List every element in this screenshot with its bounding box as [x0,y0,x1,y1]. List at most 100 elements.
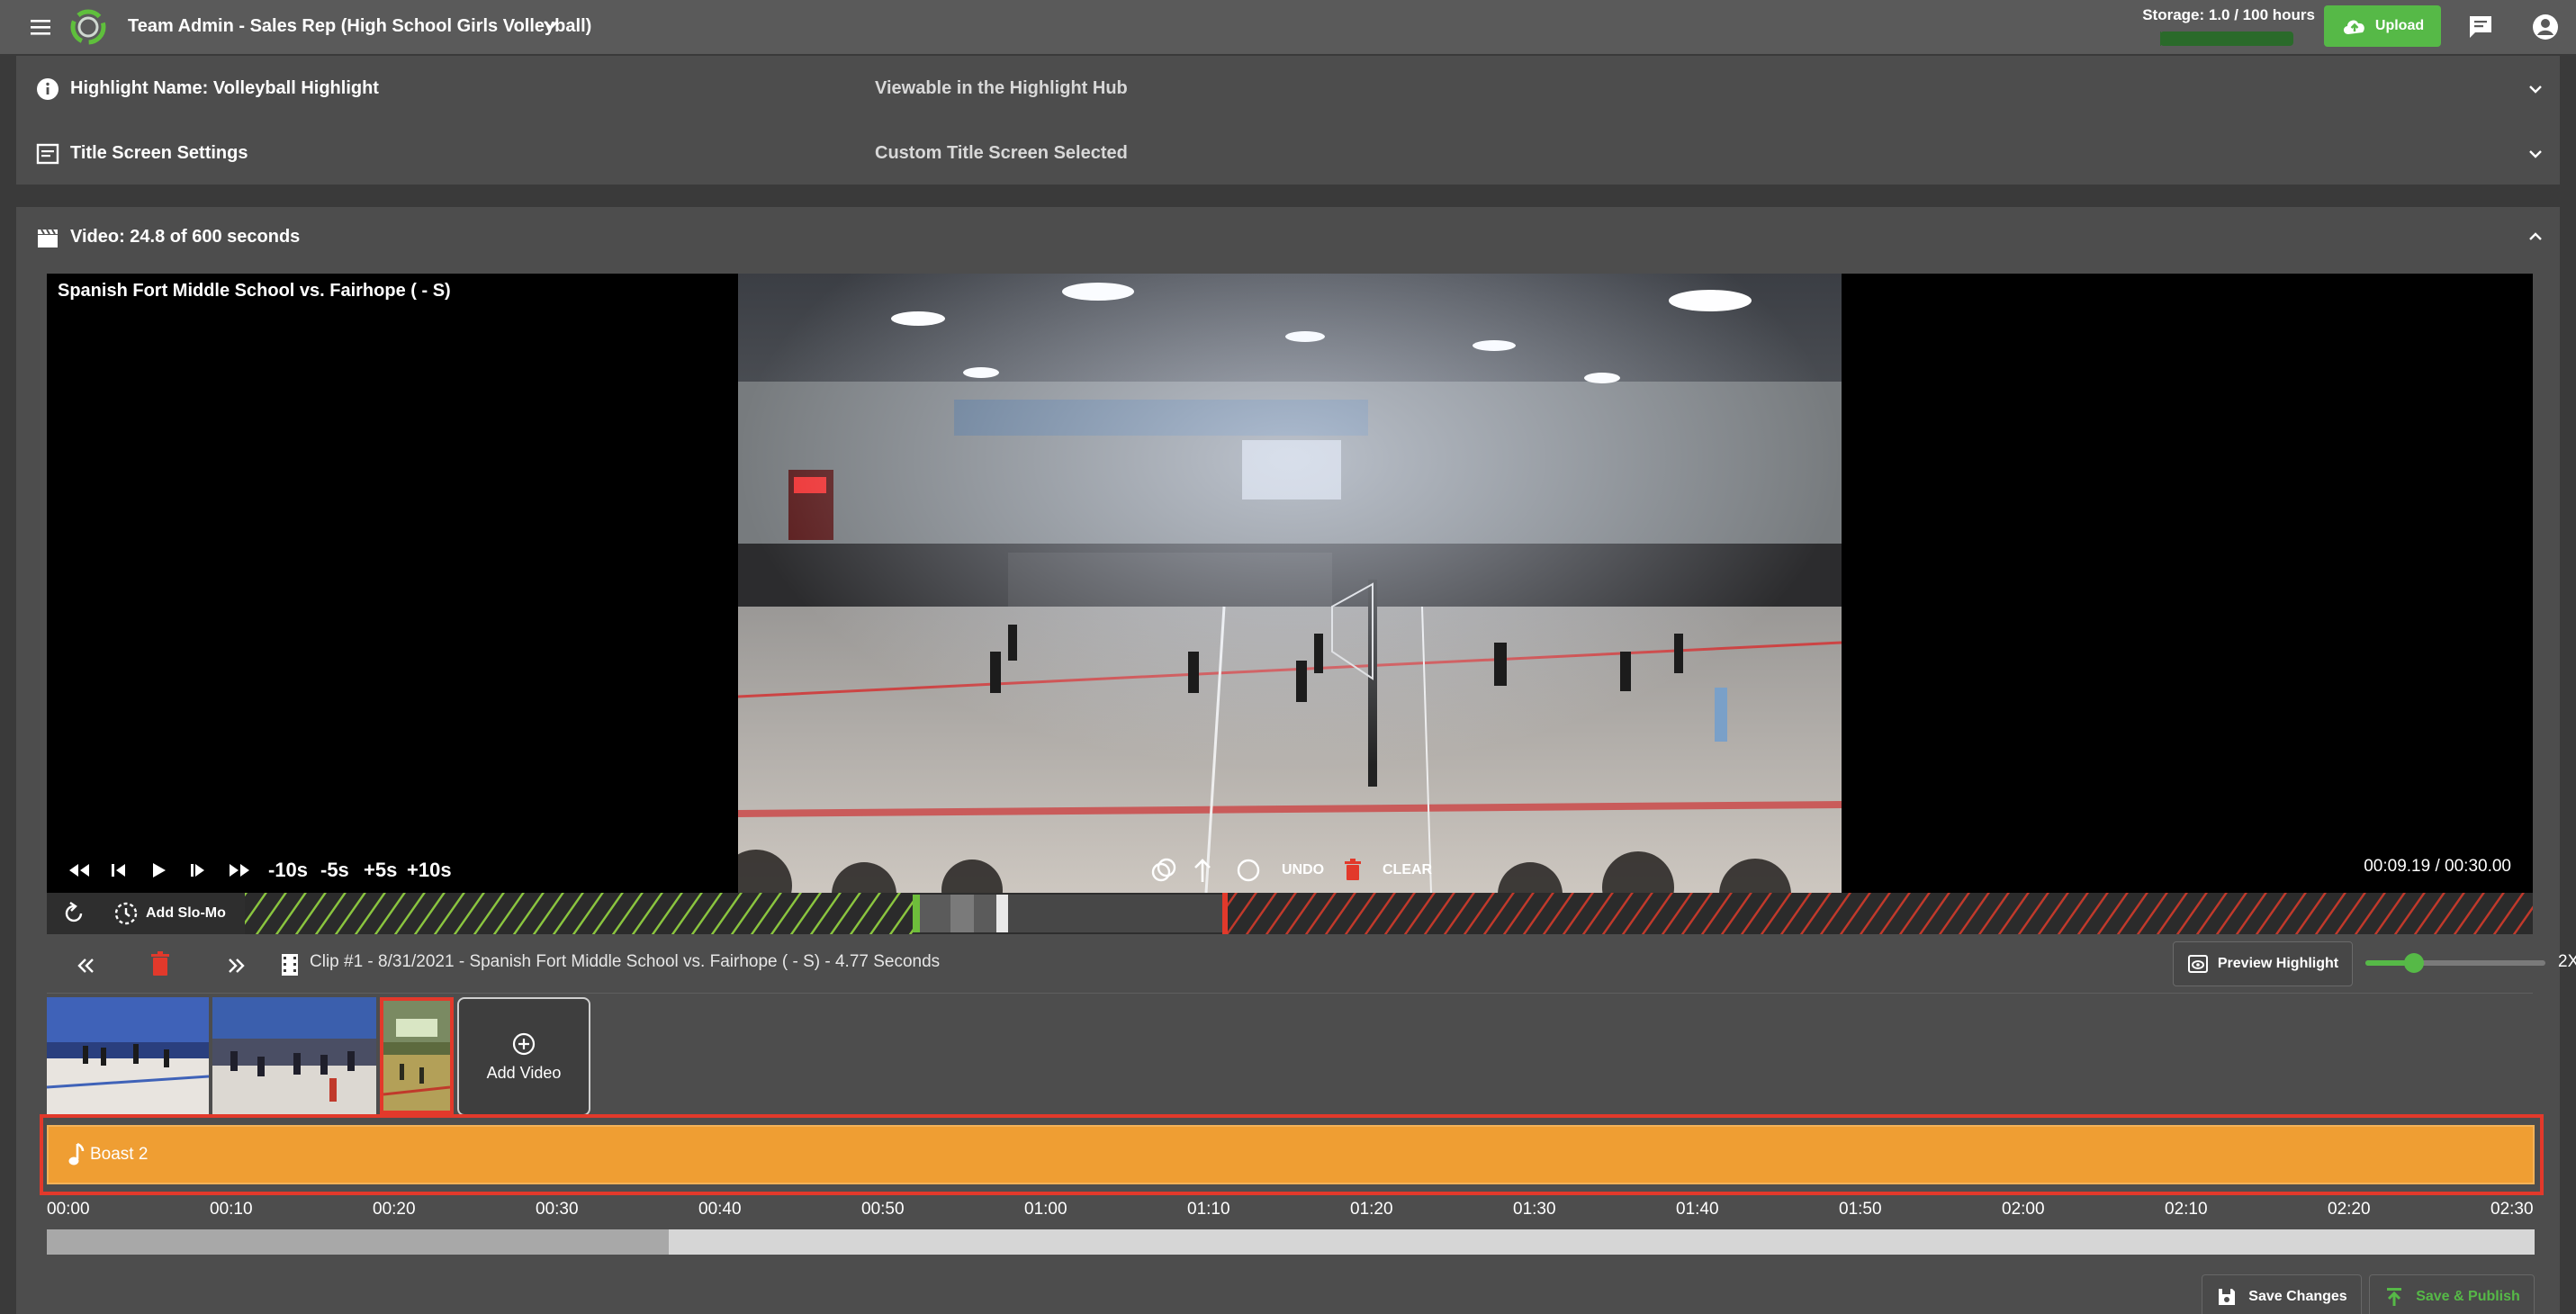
arrow-up-icon [1194,859,1211,882]
video-frame[interactable] [738,274,1842,893]
step-forward-icon [191,864,204,877]
jump-minus-10-button[interactable]: -10s [268,855,308,886]
music-note-icon [67,1141,86,1168]
add-video-button[interactable]: Add Video [457,997,590,1116]
highlight-name-row[interactable]: Highlight Name: Volleyball Highlight Vie… [16,56,2560,121]
trash-icon [151,951,169,976]
top-bar: Team Admin - Sales Rep (High School Girl… [0,0,2576,54]
account-icon[interactable] [2531,13,2560,41]
fast-forward-button[interactable] [227,855,252,886]
title-screen-label: Title Screen Settings [70,142,248,163]
jump-plus-10-label: +10s [407,859,452,881]
circle-tool-button[interactable] [1235,855,1262,886]
delete-clip-button[interactable] [149,950,171,977]
clip-thumbnail[interactable] [212,997,376,1114]
clapperboard-icon [36,227,59,250]
save-icon [2219,1289,2236,1305]
reset-icon[interactable] [61,900,88,927]
timeline-tick-label: 00:20 [373,1200,416,1219]
clip-trim-strip[interactable]: Add Slo-Mo [47,893,2533,934]
team-selector-label[interactable]: Team Admin - Sales Rep (High School Girl… [128,13,591,40]
preview-icon [2187,955,2208,973]
chevron-up-icon[interactable] [2524,225,2547,248]
timeline-tick-label: 02:30 [2490,1200,2534,1219]
timeline-tick-label: 01:00 [1024,1200,1067,1219]
undo-label: UNDO [1282,862,1325,878]
timeline-tick-label: 00:00 [47,1200,90,1219]
timeline-tick-label: 02:10 [2165,1200,2208,1219]
video-duration-label: Video: 24.8 of 600 seconds [70,227,301,247]
step-back-icon [112,864,125,877]
undo-button[interactable]: UNDO [1282,855,1324,886]
step-back-button[interactable] [108,855,130,886]
clip-thumbnail-selected[interactable] [380,997,454,1114]
video-panel-header[interactable]: Video: 24.8 of 600 seconds [16,207,2560,270]
previous-clip-button[interactable] [72,952,99,979]
jump-plus-5-button[interactable]: +5s [364,855,397,886]
timeline-progress-fill [47,1229,669,1255]
upload-button[interactable]: Upload [2324,5,2441,47]
zoom-slider-thumb[interactable] [2404,953,2424,973]
chat-icon[interactable] [2466,13,2495,41]
add-video-label: Add Video [486,1063,562,1082]
film-icon [279,952,301,977]
draw-tool-button[interactable] [1150,855,1177,886]
highlight-visibility-value: Viewable in the Highlight Hub [875,77,1128,98]
preview-highlight-label: Preview Highlight [2217,956,2339,971]
menu-icon[interactable] [25,13,58,41]
clear-label: CLEAR [1383,862,1433,878]
music-track[interactable]: Boast 2 [47,1125,2535,1184]
chevron-down-icon[interactable] [540,14,562,36]
music-track-name: Boast 2 [90,1145,149,1164]
zoom-slider[interactable] [2365,953,2545,973]
arrow-tool-button[interactable] [1192,855,1213,886]
play-button[interactable] [148,855,169,886]
timeline-progress[interactable] [47,1229,2535,1255]
timeline-tick-label: 00:50 [861,1200,905,1219]
timeline-tick-label: 01:20 [1350,1200,1393,1219]
jump-minus-10-label: -10s [268,859,309,881]
storage-meter [2160,32,2293,46]
next-clip-button[interactable] [223,952,250,979]
clip-thumbnail[interactable] [47,997,209,1114]
fast-forward-icon [230,864,249,877]
circle-icon [1237,859,1260,882]
clip-toolbar: Clip #1 - 8/31/2021 - Spanish Fort Middl… [47,936,2576,994]
timeline-tick-label: 00:10 [210,1200,253,1219]
highlight-settings-panel: Highlight Name: Volleyball Highlight Vie… [16,56,2560,185]
jump-minus-5-button[interactable]: -5s [320,855,349,886]
jump-plus-10-button[interactable]: +10s [407,855,452,886]
timeline-tick-label: 01:50 [1839,1200,1882,1219]
title-screen-row[interactable]: Title Screen Settings Custom Title Scree… [16,121,2560,185]
save-changes-button[interactable]: Save Changes [2202,1274,2362,1314]
timeline-tick-label: 01:40 [1676,1200,1719,1219]
chevron-down-icon[interactable] [2524,77,2547,101]
timeline-tick-label: 01:10 [1187,1200,1230,1219]
chevron-down-icon[interactable] [2524,142,2547,166]
add-slomo-button[interactable]: Add Slo-Mo [113,900,226,927]
preview-highlight-button[interactable]: Preview Highlight [2173,941,2353,986]
timeline-tick-label: 01:30 [1513,1200,1556,1219]
publish-icon [2387,1288,2402,1306]
save-publish-button[interactable]: Save & Publish [2369,1274,2535,1314]
clear-button[interactable]: CLEAR [1343,855,1432,886]
upload-label: Upload [2374,18,2425,33]
double-chevron-right-icon [229,958,245,973]
step-forward-button[interactable] [187,855,209,886]
storage-meter-fill [2160,32,2162,46]
video-player[interactable]: Spanish Fort Middle School vs. Fairhope … [47,274,2533,893]
timeline-tick-label: 02:20 [2328,1200,2371,1219]
storage-label: Storage: 1.0 / 100 hours [2142,6,2315,23]
timeline-tick-label: 00:40 [698,1200,742,1219]
title-screen-value: Custom Title Screen Selected [875,142,1128,163]
rewind-button[interactable] [67,855,92,886]
title-screen-icon [36,142,59,166]
playback-time: 00:09.19 / 00:30.00 [2364,857,2511,876]
app-logo[interactable] [68,5,108,49]
clip-info: Clip #1 - 8/31/2021 - Spanish Fort Middl… [310,952,941,971]
double-chevron-left-icon [77,958,94,973]
save-publish-label: Save & Publish [2416,1289,2520,1304]
zoom-level: 2X [2558,952,2576,971]
highlight-name-label: Highlight Name: Volleyball Highlight [70,77,379,98]
timeline-tick-label: 02:00 [2002,1200,2045,1219]
